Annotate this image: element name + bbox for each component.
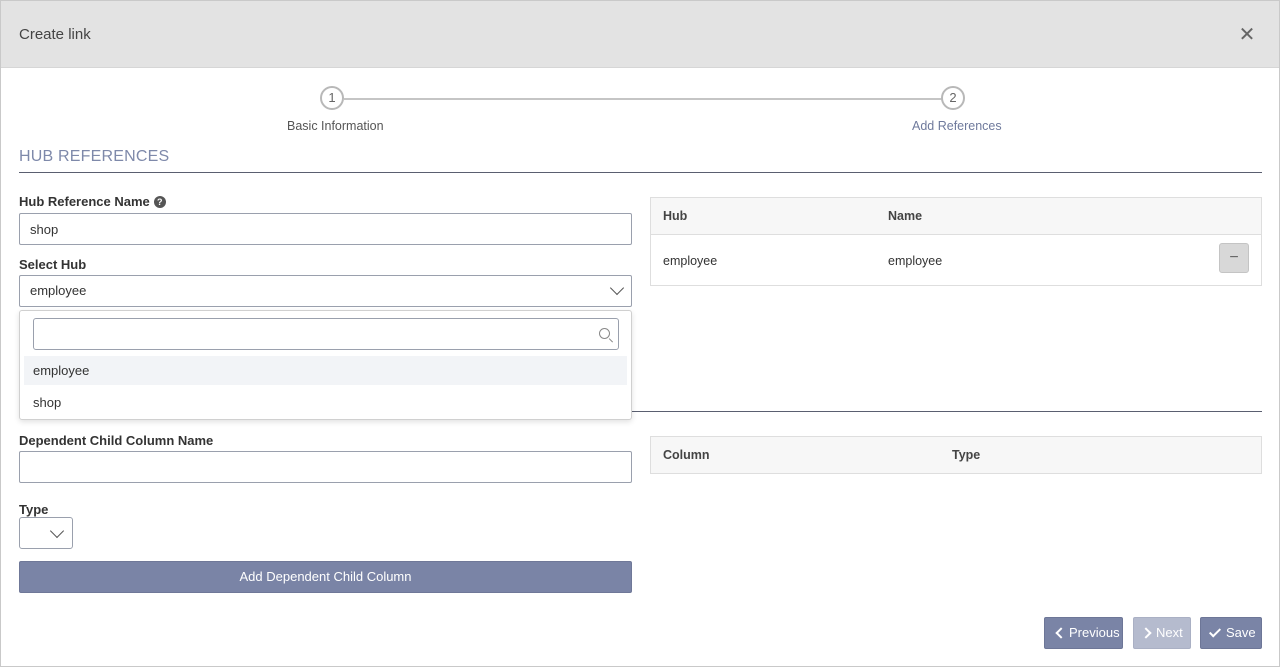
table-header: Column Type: [651, 437, 1261, 473]
stepper-line: [344, 98, 942, 100]
dropdown-option-employee[interactable]: employee: [24, 356, 627, 385]
step-2-label[interactable]: Add References: [912, 119, 1002, 133]
select-hub-value: employee: [30, 283, 87, 298]
cell-hub: employee: [663, 254, 718, 268]
step-2-circle[interactable]: 2: [941, 86, 965, 110]
question-circle-icon[interactable]: ?: [153, 196, 166, 208]
section-title-hub-references: HUB REFERENCES: [19, 148, 170, 165]
table-row: employee employee −: [651, 235, 1261, 285]
dropdown-option-shop[interactable]: shop: [24, 388, 627, 417]
previous-button-label: Previous: [1069, 625, 1120, 640]
close-icon[interactable]: ✕: [1235, 23, 1259, 47]
step-1-circle[interactable]: 1: [320, 86, 344, 110]
hub-reference-name-label-text: Hub Reference Name: [19, 194, 150, 209]
modal-header: Create link ✕: [1, 1, 1279, 68]
table-header: Hub Name: [651, 198, 1261, 235]
select-hub-label: Select Hub: [19, 257, 87, 272]
next-button-label: Next: [1156, 625, 1183, 640]
remove-row-button[interactable]: −: [1219, 243, 1249, 273]
dependent-child-column-name-input[interactable]: [19, 451, 632, 483]
cell-name: employee: [888, 254, 943, 268]
hub-reference-name-input[interactable]: [19, 213, 632, 245]
next-button[interactable]: Next: [1133, 617, 1191, 649]
hub-reference-name-label: Hub Reference Name?: [19, 194, 166, 209]
hub-references-table: Hub Name employee employee −: [650, 197, 1262, 286]
modal-title: Create link: [19, 26, 91, 43]
column-header-type: Type: [952, 448, 981, 462]
step-1-label[interactable]: Basic Information: [287, 119, 384, 133]
save-button-label: Save: [1226, 625, 1256, 640]
previous-button[interactable]: Previous: [1044, 617, 1123, 649]
search-icon: [599, 328, 610, 339]
type-select[interactable]: [19, 517, 73, 549]
section-divider: [19, 172, 1262, 173]
column-header-name: Name: [888, 209, 923, 223]
dependent-child-column-name-label: Dependent Child Column Name: [19, 433, 214, 448]
chevron-down-icon: [609, 280, 625, 296]
select-hub-options-panel: employee shop: [19, 310, 632, 420]
dependent-columns-table: Column Type: [650, 436, 1262, 474]
chevron-down-icon: [49, 523, 65, 539]
create-link-modal: Create link ✕ 1 Basic Information 2 Add …: [0, 0, 1280, 667]
type-label: Type: [19, 502, 49, 517]
chevron-right-icon: [1140, 627, 1152, 639]
check-icon: [1208, 625, 1222, 638]
column-header-column: Column: [663, 448, 710, 462]
select-hub-dropdown[interactable]: employee: [19, 275, 632, 307]
add-dependent-child-column-button[interactable]: Add Dependent Child Column: [19, 561, 632, 593]
dropdown-search-input[interactable]: [33, 318, 619, 350]
column-header-hub: Hub: [663, 209, 688, 223]
minus-icon: −: [1229, 249, 1239, 266]
save-button[interactable]: Save: [1200, 617, 1262, 649]
chevron-left-icon: [1055, 627, 1067, 639]
